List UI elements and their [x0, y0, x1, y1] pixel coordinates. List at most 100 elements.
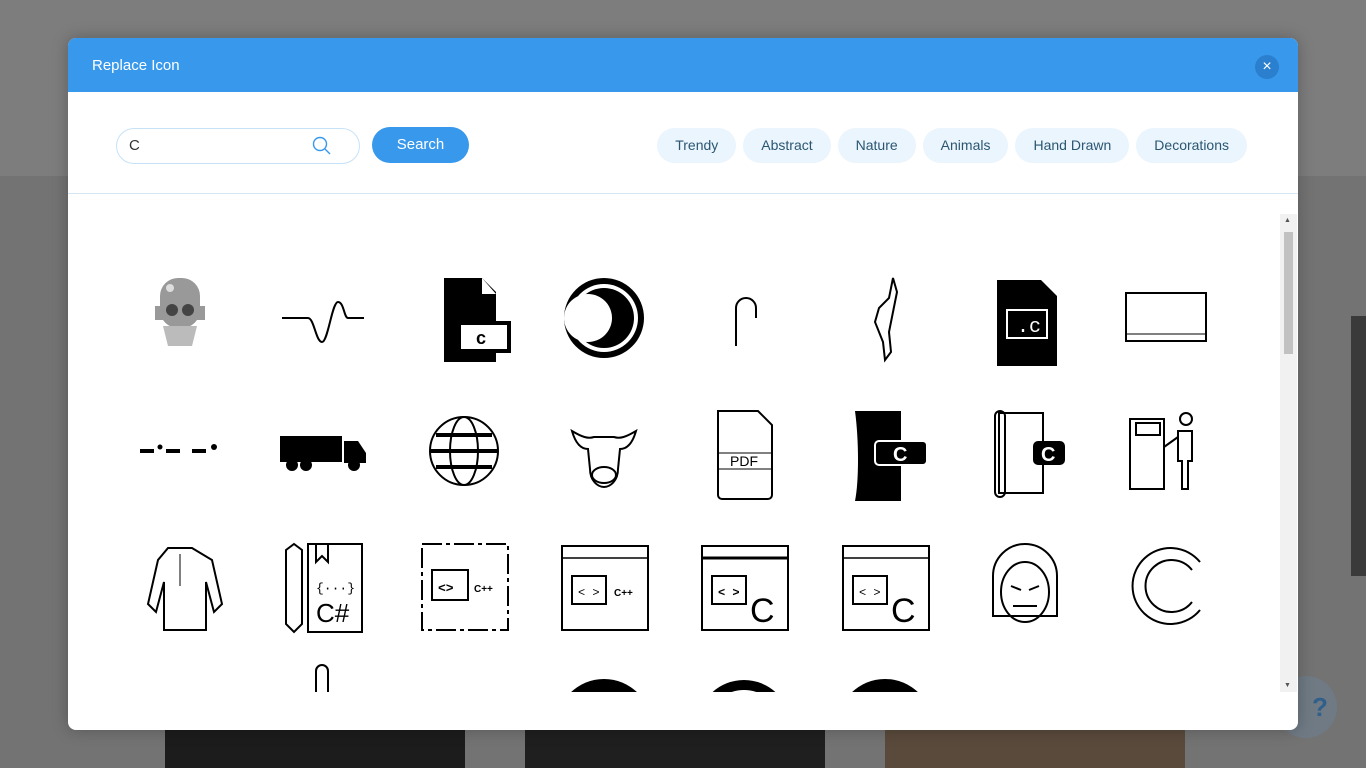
bowl-icon: [130, 653, 230, 692]
globe-icon: [429, 416, 499, 486]
icon-option[interactable]: [130, 653, 230, 692]
svg-text:<>: <>: [438, 581, 454, 596]
category-chip[interactable]: Hand Drawn: [1015, 128, 1130, 163]
paperclip-icon: [315, 664, 329, 692]
svg-text:c: c: [476, 328, 486, 348]
copyright-filled-icon: [571, 679, 637, 692]
robot-head-icon: [155, 278, 205, 346]
c-file-icon: c: [444, 278, 511, 362]
cane-icon: [735, 297, 757, 346]
scrollbar[interactable]: ▲ ▼: [1280, 214, 1297, 692]
person-at-door-icon: [1129, 412, 1193, 490]
category-chips: Trendy Abstract Nature Animals Hand Draw…: [657, 128, 1247, 163]
icon-option[interactable]: C: [975, 401, 1075, 501]
svg-text:C#: C#: [316, 598, 350, 628]
c-scroll-light-icon: C: [994, 410, 1065, 498]
icon-option[interactable]: PDF: [694, 401, 794, 501]
icon-option[interactable]: [414, 401, 514, 501]
cow-head-icon: [570, 428, 638, 489]
comma-drop-icon: [1116, 653, 1216, 692]
icon-grid: c .c PDF C C {···} C# <> C++ < > C++ < > C < > C: [68, 195, 1280, 692]
page-image-block: [525, 730, 825, 768]
svg-text:C: C: [893, 444, 907, 466]
icon-option[interactable]: [130, 536, 230, 636]
tv-monitor-icon: [1125, 292, 1207, 342]
svg-text:< >: < >: [859, 586, 881, 600]
icon-option[interactable]: [1116, 653, 1216, 692]
icon-option[interactable]: [130, 401, 230, 501]
icon-option[interactable]: [272, 401, 372, 501]
cpp-code-window-icon: < > C++: [561, 545, 649, 631]
copyright-ring-icon: [712, 680, 776, 692]
icon-option[interactable]: < > C++: [554, 536, 654, 636]
morse-dashes-icon: [140, 444, 217, 453]
icon-option[interactable]: [835, 268, 935, 368]
cpp-code-window-dotted-icon: <> C++: [421, 543, 509, 631]
search-bar: C Search Trendy Abstract Nature Animals …: [68, 92, 1298, 194]
island-map-icon: [873, 277, 899, 363]
modal-header: Replace Icon ×: [68, 38, 1298, 92]
scrollbar-thumb[interactable]: [1284, 232, 1293, 354]
icon-option[interactable]: [554, 401, 654, 501]
icon-option[interactable]: < > C: [835, 536, 935, 636]
icon-option[interactable]: [554, 653, 654, 692]
speaker-circle-icon: [852, 679, 918, 692]
double-c-icon: [1131, 547, 1201, 625]
replace-icon-modal: Replace Icon × C Search Trendy Abstract …: [68, 38, 1298, 730]
pdf-file-icon: PDF: [717, 410, 773, 500]
icon-option[interactable]: <> C++: [414, 536, 514, 636]
icon-option[interactable]: [975, 536, 1075, 636]
c-scroll-dark-icon: C: [855, 411, 928, 501]
svg-text:< >: < >: [578, 586, 600, 600]
category-chip[interactable]: Decorations: [1136, 128, 1247, 163]
icon-option[interactable]: {···} C#: [272, 536, 372, 636]
c-file-dotted-icon: .c: [997, 280, 1057, 366]
svg-text:C: C: [891, 592, 916, 630]
category-chip[interactable]: Trendy: [657, 128, 737, 163]
search-button[interactable]: Search: [372, 127, 469, 163]
icon-option[interactable]: c: [414, 268, 514, 368]
sine-wave-icon: [282, 300, 364, 344]
c-code-window-icon: < > C: [842, 545, 930, 631]
close-button[interactable]: ×: [1255, 55, 1279, 79]
svg-text:C: C: [1041, 444, 1055, 466]
rectangle-frame-icon: [975, 653, 1075, 692]
crescent-moon-circle-icon: [564, 278, 644, 358]
icon-option[interactable]: [1116, 268, 1216, 368]
long-shirt-icon: [146, 547, 224, 631]
page-image-block: [885, 730, 1185, 768]
icon-option[interactable]: [130, 268, 230, 368]
svg-text:C: C: [750, 592, 775, 630]
icon-option[interactable]: [414, 653, 514, 692]
hook-arc-icon: [414, 653, 514, 692]
icon-option[interactable]: [1116, 536, 1216, 636]
category-chip[interactable]: Animals: [922, 128, 1009, 163]
icon-option[interactable]: < > C: [694, 536, 794, 636]
modal-title: Replace Icon: [92, 57, 180, 74]
c-code-window-bold-icon: < > C: [701, 545, 789, 631]
icon-option[interactable]: [975, 653, 1075, 692]
svg-text:PDF: PDF: [730, 453, 758, 469]
angry-face-icon: [992, 543, 1058, 623]
page-side-block: [1351, 316, 1366, 576]
category-chip[interactable]: Abstract: [743, 128, 831, 163]
icon-option[interactable]: [272, 268, 372, 368]
svg-text:.c: .c: [1017, 316, 1041, 339]
icon-option[interactable]: [1116, 401, 1216, 501]
svg-text:C++: C++: [474, 584, 493, 595]
svg-text:{···}: {···}: [316, 581, 355, 596]
close-icon: ×: [1262, 58, 1272, 75]
page-image-block: [165, 730, 465, 768]
icon-option[interactable]: [694, 268, 794, 368]
icon-option[interactable]: C: [835, 401, 935, 501]
search-icon[interactable]: [312, 136, 332, 156]
category-chip[interactable]: Nature: [837, 128, 916, 163]
c-sharp-book-pencil-icon: {···} C#: [285, 542, 363, 634]
icon-option[interactable]: [694, 653, 794, 692]
svg-text:< >: < >: [718, 586, 740, 600]
icon-option[interactable]: [835, 653, 935, 692]
icon-option[interactable]: [272, 653, 372, 692]
svg-text:C++: C++: [614, 588, 633, 599]
icon-option[interactable]: .c: [975, 268, 1075, 368]
icon-option[interactable]: [554, 268, 654, 368]
